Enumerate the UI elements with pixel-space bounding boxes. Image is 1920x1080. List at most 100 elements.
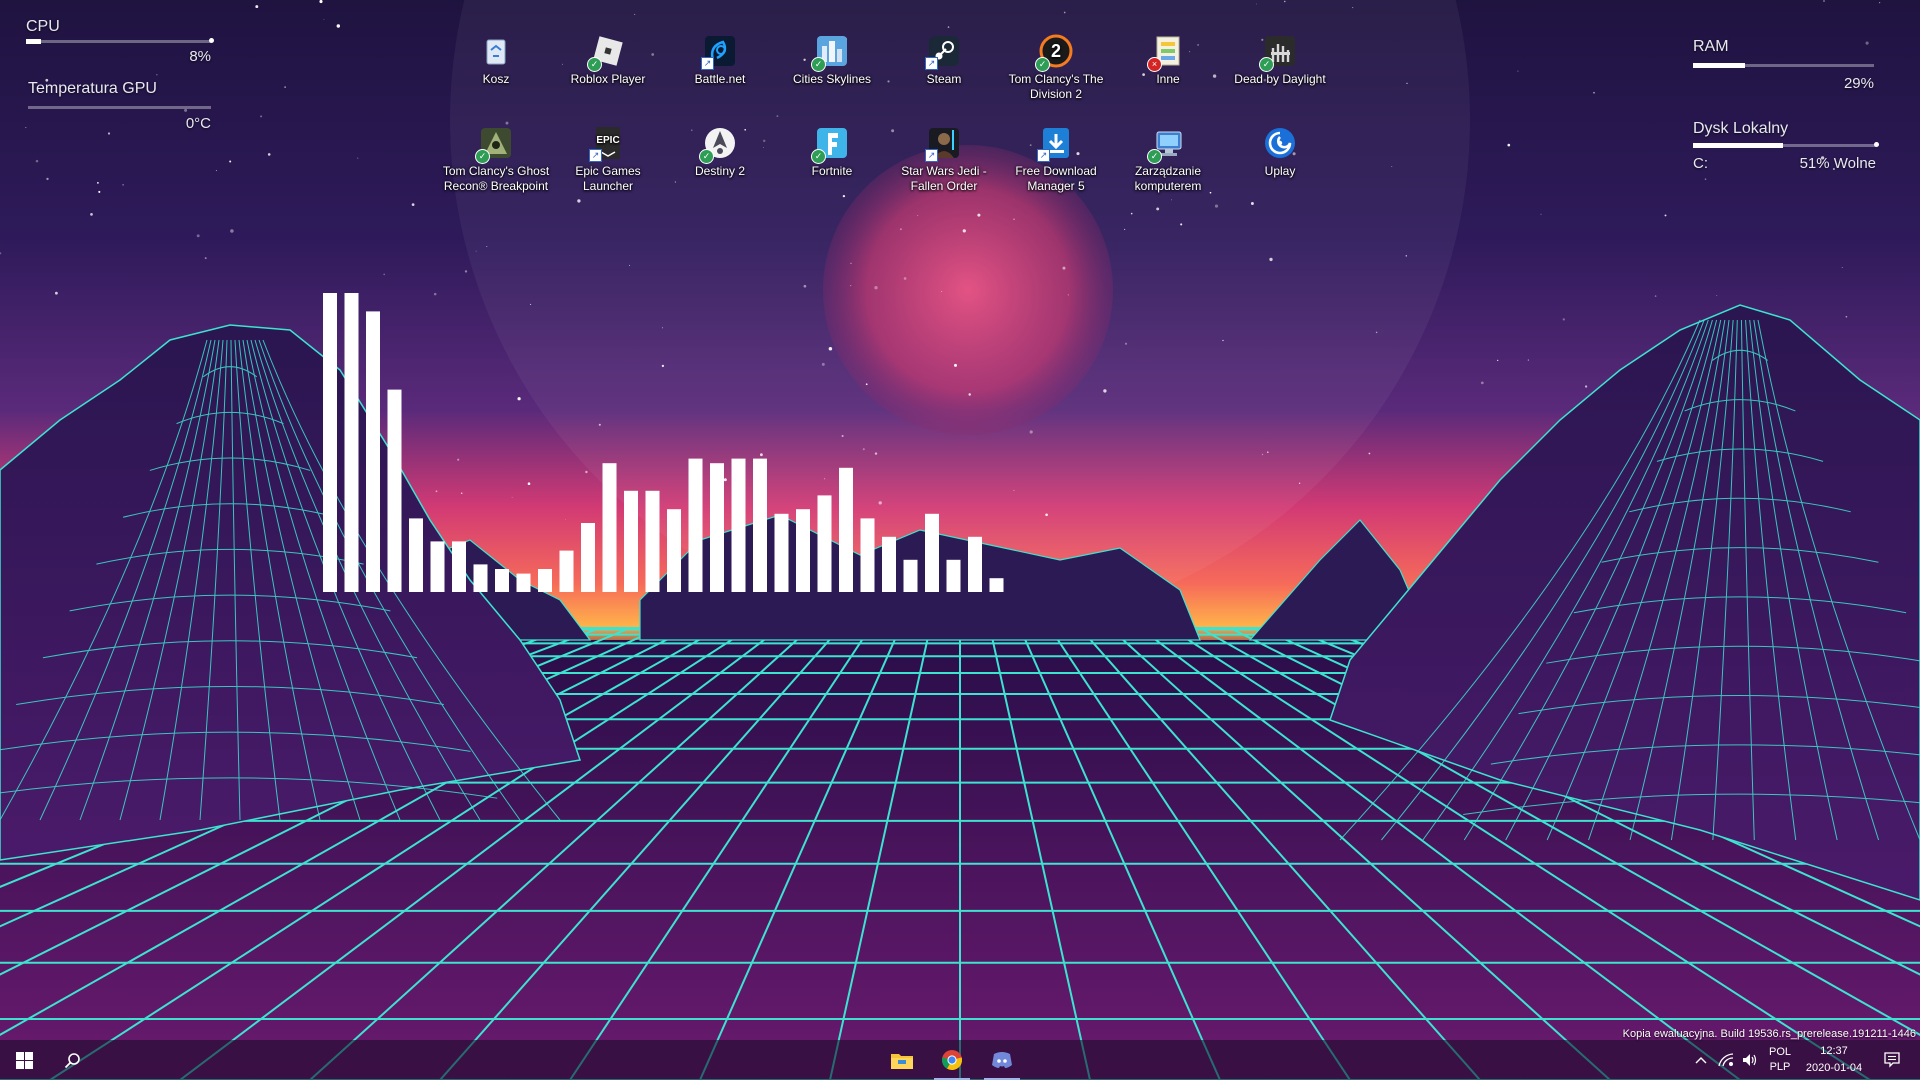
ram-usage-fill (1693, 63, 1746, 68)
desktop-icon-label: Inne (1156, 72, 1180, 86)
desktop-icon-label: Free Download Manager 5 (1015, 164, 1097, 193)
visualizer-bar (710, 463, 724, 592)
chevron-up-icon (1695, 1057, 1707, 1064)
windows-logo-icon (15, 1051, 33, 1069)
visualizer-bar (366, 311, 380, 592)
desktop-icon-steam[interactable]: ↗ Steam (890, 32, 998, 87)
shortcut-arrow-icon: ↗ (1037, 149, 1050, 162)
taskbar: POL PLP 12:37 2020-01-04 (0, 1040, 1920, 1080)
ghost-recon-icon: ✓ (475, 124, 515, 164)
disk-usage-fill (1693, 143, 1783, 148)
shortcut-arrow-icon: ↗ (589, 149, 602, 162)
sync-ok-badge-icon: ✓ (475, 149, 490, 164)
language-indicator[interactable]: POL PLP (1764, 1040, 1796, 1080)
desktop-icon-free-download-manager[interactable]: ↗ Free Download Manager 5 (1002, 124, 1110, 194)
desktop-icon-dead-by-daylight[interactable]: ✓ Dead by Daylight (1226, 32, 1334, 87)
cpu-usage-fill (26, 39, 41, 44)
battlenet-icon: ↗ (701, 32, 739, 70)
desktop-icon-fortnite[interactable]: ✓ Fortnite (778, 124, 886, 179)
file-explorer-icon (891, 1054, 913, 1069)
visualizer-bar (344, 293, 359, 592)
fortnite-icon: ✓ (811, 124, 851, 164)
notification-icon (1884, 1052, 1900, 1068)
volume-button[interactable] (1738, 1040, 1762, 1080)
gpu-temp-value: 0°C (185, 115, 211, 132)
visualizer-bar (581, 523, 595, 592)
ram-usage-bar (1693, 63, 1874, 68)
language-primary: POL (1768, 1046, 1791, 1058)
desktop-icon-epic-games[interactable]: EPIC ↗ Epic Games Launcher (554, 124, 662, 194)
cpu-usage-bar (26, 38, 214, 44)
desktop-icon-label: Uplay (1264, 164, 1296, 178)
search-button[interactable] (48, 1040, 96, 1080)
gpu-temp-bar (28, 106, 211, 109)
clock-date: 2020-01-04 (1805, 1062, 1863, 1074)
evaluation-watermark: Kopia ewaluacyjna. Build 19536.rs_prerel… (1622, 1028, 1916, 1040)
speaker-icon (1743, 1054, 1757, 1066)
disk-label: Dysk Lokalny (1693, 120, 1789, 137)
taskbar-discord[interactable] (978, 1040, 1026, 1080)
visualizer-bar (688, 458, 703, 592)
desktop-icon-label: Steam (926, 72, 962, 86)
desktop-icon-cities-skylines[interactable]: ✓ Cities Skylines (778, 32, 886, 87)
epic-games-icon: EPIC ↗ (589, 124, 627, 162)
sync-ok-badge-icon: ✓ (811, 57, 826, 72)
visualizer-bar (946, 559, 961, 592)
disk-drive-letter: C: (1693, 155, 1708, 172)
visualizer-bar (667, 509, 681, 592)
gpu-temp-widget: Temperatura GPU 0°C (28, 80, 211, 132)
disk-usage-bar (1693, 142, 1879, 148)
visualizer-bar (495, 569, 509, 592)
visualizer-bar (559, 550, 574, 592)
desktop-icon-recycle-bin[interactable]: Kosz (442, 32, 550, 87)
visualizer-bar (774, 513, 789, 592)
visualizer-bar (387, 389, 402, 592)
cities-skylines-icon: ✓ (811, 32, 851, 72)
desktop-icon-folder[interactable]: × Inne (1114, 32, 1222, 87)
cpu-value: 8% (189, 48, 211, 65)
taskbar-chrome[interactable] (928, 1040, 976, 1080)
desktop-icon-division-2[interactable]: 2 ✓ Tom Clancy's The Division 2 (1002, 32, 1110, 102)
visualizer-bar (839, 467, 853, 592)
desktop-icon-computer-management[interactable]: ✓ Zarządzanie komputerem (1114, 124, 1222, 194)
taskbar-clock[interactable]: 12:37 2020-01-04 (1796, 1040, 1872, 1080)
sync-ok-badge-icon: ✓ (587, 57, 602, 72)
chrome-icon (941, 1050, 963, 1071)
desktop-icon-label: Destiny 2 (694, 164, 746, 178)
desktop-icon-ghost-recon[interactable]: ✓ Tom Clancy's Ghost Recon® Breakpoint (442, 124, 550, 194)
cpu-label: CPU (26, 18, 60, 35)
ram-widget: RAM 29% (1693, 38, 1874, 92)
taskbar-file-explorer[interactable] (878, 1040, 926, 1080)
dead-by-daylight-icon: ✓ (1259, 32, 1299, 72)
desktop-icon-uplay[interactable]: Uplay (1226, 124, 1334, 179)
visualizer-bar (731, 458, 746, 592)
desktop-icon-star-wars-jedi[interactable]: ↗ Star Wars Jedi - Fallen Order (890, 124, 998, 194)
visualizer-bar (624, 490, 638, 592)
division-2-icon: 2 ✓ (1035, 32, 1075, 72)
language-secondary: PLP (1769, 1061, 1791, 1073)
visualizer-bar (817, 495, 832, 592)
start-button[interactable] (0, 1040, 48, 1080)
desktop-icon-label: Zarządzanie komputerem (1134, 164, 1202, 193)
shortcut-arrow-icon: ↗ (925, 57, 938, 70)
show-hidden-icons-button[interactable] (1690, 1040, 1712, 1080)
action-center-button[interactable] (1872, 1040, 1912, 1080)
desktop-icon-battlenet[interactable]: ↗ Battle.net (666, 32, 774, 87)
ram-value: 29% (1843, 75, 1874, 92)
desktop-icon-label: Kosz (482, 72, 510, 86)
desktop-icon-label: Cities Skylines (792, 72, 872, 86)
visualizer-bar (882, 536, 896, 592)
desktop-icon-roblox[interactable]: ✓ Roblox Player (554, 32, 662, 87)
visualizer-bar (796, 509, 810, 592)
discord-icon (992, 1052, 1012, 1068)
visualizer-bar (645, 490, 660, 592)
shortcut-arrow-icon: ↗ (925, 149, 938, 162)
sync-ok-badge-icon: ✓ (1259, 57, 1274, 72)
desktop-icon-destiny-2[interactable]: ✓ Destiny 2 (666, 124, 774, 179)
visualizer-bar (516, 573, 531, 592)
roblox-icon: ✓ (587, 32, 627, 72)
free-download-manager-icon: ↗ (1037, 124, 1075, 162)
svg-text:2: 2 (1051, 41, 1061, 61)
network-button[interactable] (1714, 1040, 1738, 1080)
shortcut-arrow-icon: ↗ (701, 57, 714, 70)
